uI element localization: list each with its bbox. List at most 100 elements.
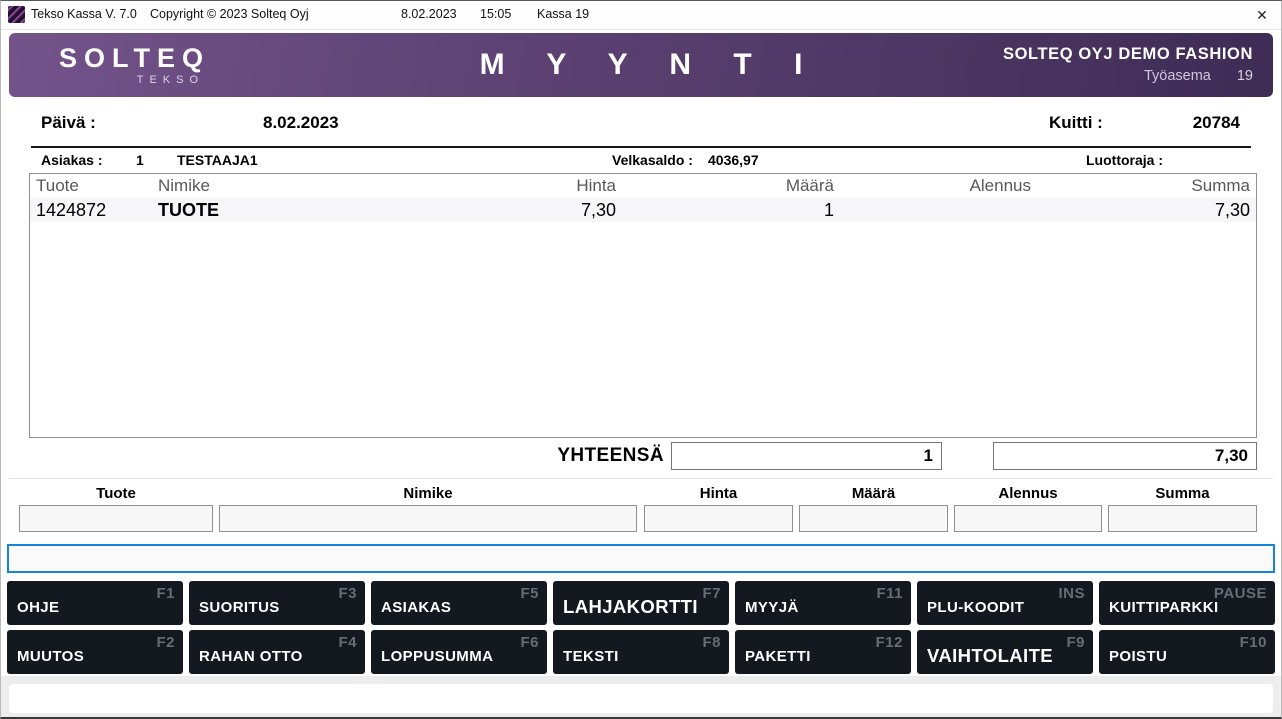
plu-koodit-button[interactable]: PLU-KOODIT INS xyxy=(917,581,1093,625)
workstation-label: Työasema xyxy=(1143,68,1211,85)
button-key: F1 xyxy=(156,585,175,602)
entry-label-summa: Summa xyxy=(1155,485,1210,502)
close-icon[interactable]: ✕ xyxy=(1249,3,1275,27)
col-header-maara: Määrä xyxy=(785,176,834,195)
titlebar-date: 8.02.2023 xyxy=(401,7,457,21)
button-key: INS xyxy=(1058,585,1085,602)
customer-label: Asiakas : xyxy=(41,152,103,168)
debt-value: 4036,97 xyxy=(708,152,759,168)
command-input[interactable] xyxy=(7,544,1275,573)
debt-label: Velkasaldo : xyxy=(612,152,693,168)
col-header-hinta: Hinta xyxy=(576,176,616,195)
button-key: F7 xyxy=(702,585,721,602)
alennus-input[interactable] xyxy=(954,505,1102,532)
button-key: F10 xyxy=(1239,634,1267,651)
workstation: Työasema 19 xyxy=(1003,66,1253,87)
field-group-maara: Määrä xyxy=(799,485,948,532)
total-quantity-box: 1 xyxy=(671,442,942,470)
titlebar: Tekso Kassa V. 7.0 Copyright © 2023 Solt… xyxy=(1,1,1281,30)
button-label: LOPPUSUMMA xyxy=(381,648,494,665)
button-label: LAHJAKORTTI xyxy=(563,596,698,617)
cell-maara: 1 xyxy=(823,199,834,220)
bottom-strip xyxy=(1,676,1281,717)
suoritus-button[interactable]: SUORITUS F3 xyxy=(189,581,365,625)
button-key: F12 xyxy=(875,634,903,651)
titlebar-register: Kassa 19 xyxy=(537,7,590,21)
maara-input[interactable] xyxy=(799,505,948,532)
myyja-button[interactable]: MYYJÄ F11 xyxy=(735,581,911,625)
button-label: PAKETTI xyxy=(745,648,811,665)
button-label: ASIAKAS xyxy=(381,599,452,616)
store-info: SOLTEQ OYJ DEMO FASHION Työasema 19 xyxy=(1003,43,1253,88)
col-header-tuote: Tuote xyxy=(36,176,79,195)
receipt-label: Kuitti : xyxy=(1049,113,1103,132)
date-value: 8.02.2023 xyxy=(263,113,339,132)
button-label: TEKSTI xyxy=(563,648,619,665)
entry-label-tuote: Tuote xyxy=(96,485,136,502)
tuote-input[interactable] xyxy=(19,505,213,532)
bottom-status-bar xyxy=(9,684,1273,713)
vaihtolaite-button[interactable]: VAIHTOLAITE F9 xyxy=(917,630,1093,674)
poistu-button[interactable]: POISTU F10 xyxy=(1099,630,1275,674)
button-label: RAHAN OTTO xyxy=(199,648,303,665)
customer-name: TESTAAJA1 xyxy=(177,152,258,168)
button-label: POISTU xyxy=(1109,648,1168,665)
rahan-otto-button[interactable]: RAHAN OTTO F4 xyxy=(189,630,365,674)
cell-alennus xyxy=(840,208,1037,212)
button-label: KUITTIPARKKI xyxy=(1109,599,1219,616)
summa-input[interactable] xyxy=(1108,505,1257,532)
nimike-input[interactable] xyxy=(219,505,637,532)
field-group-summa: Summa xyxy=(1108,485,1257,532)
button-key: F3 xyxy=(338,585,357,602)
function-key-panel: OHJE F1 SUORITUS F3 ASIAKAS F5 LAHJAKORT… xyxy=(7,581,1275,674)
lahjakortti-button[interactable]: LAHJAKORTTI F7 xyxy=(553,581,729,625)
table-row[interactable]: 1424872 TUOTE 7,30 1 7,30 xyxy=(30,198,1256,222)
paketti-button[interactable]: PAKETTI F12 xyxy=(735,630,911,674)
app-icon xyxy=(8,6,25,23)
field-group-hinta: Hinta xyxy=(644,485,793,532)
hinta-input[interactable] xyxy=(644,505,793,532)
field-group-tuote: Tuote xyxy=(19,485,213,532)
field-group-nimike: Nimike xyxy=(219,485,637,532)
store-name: SOLTEQ OYJ DEMO FASHION xyxy=(1002,44,1253,63)
kuittiparkki-button[interactable]: KUITTIPARKKI PAUSE xyxy=(1099,581,1275,625)
button-key: F2 xyxy=(156,634,175,651)
asiakas-button[interactable]: ASIAKAS F5 xyxy=(371,581,547,625)
button-key: F4 xyxy=(338,634,357,651)
entry-panel-divider xyxy=(9,478,1273,479)
ohje-button[interactable]: OHJE F1 xyxy=(7,581,183,625)
app-header: SOLTEQ TEKSO M Y Y N T I SOLTEQ OYJ DEMO… xyxy=(9,33,1273,97)
loppusumma-button[interactable]: LOPPUSUMMA F6 xyxy=(371,630,547,674)
entry-label-alennus: Alennus xyxy=(998,485,1058,502)
col-header-nimike: Nimike xyxy=(158,176,210,195)
cell-nimike: TUOTE xyxy=(158,199,219,220)
horizontal-divider xyxy=(31,146,1251,148)
button-label: OHJE xyxy=(17,599,60,616)
button-key: PAUSE xyxy=(1213,585,1267,602)
field-group-alennus: Alennus xyxy=(954,485,1102,532)
titlebar-time: 15:05 xyxy=(480,7,512,21)
teksti-button[interactable]: TEKSTI F8 xyxy=(553,630,729,674)
button-key: F9 xyxy=(1066,634,1085,651)
cell-hinta: 7,30 xyxy=(580,199,616,220)
receipt-value: 20784 xyxy=(1192,113,1240,132)
seller-info: Myyjä : TESTAAJA TIMO xyxy=(566,113,706,244)
button-key: F5 xyxy=(520,585,539,602)
entry-label-nimike: Nimike xyxy=(403,485,453,502)
date-label: Päivä : xyxy=(41,113,96,132)
button-label: MUUTOS xyxy=(17,648,85,665)
button-label: SUORITUS xyxy=(199,599,280,616)
cell-summa: 7,30 xyxy=(1214,199,1250,220)
cell-tuote: 1424872 xyxy=(36,199,107,220)
muutos-button[interactable]: MUUTOS F2 xyxy=(7,630,183,674)
button-label: MYYJÄ xyxy=(745,599,799,616)
col-header-alennus: Alennus xyxy=(969,176,1031,195)
button-label: VAIHTOLAITE xyxy=(927,645,1054,666)
col-header-summa: Summa xyxy=(1191,176,1250,195)
totals-label: YHTEENSÄ xyxy=(557,445,664,466)
button-key: F8 xyxy=(702,634,721,651)
entry-label-hinta: Hinta xyxy=(699,485,738,502)
table-header-row: Tuote Nimike Hinta Määrä Alennus Summa xyxy=(30,174,1256,198)
sale-lines-table: Tuote Nimike Hinta Määrä Alennus Summa 1… xyxy=(29,173,1257,438)
customer-number: 1 xyxy=(136,152,144,168)
